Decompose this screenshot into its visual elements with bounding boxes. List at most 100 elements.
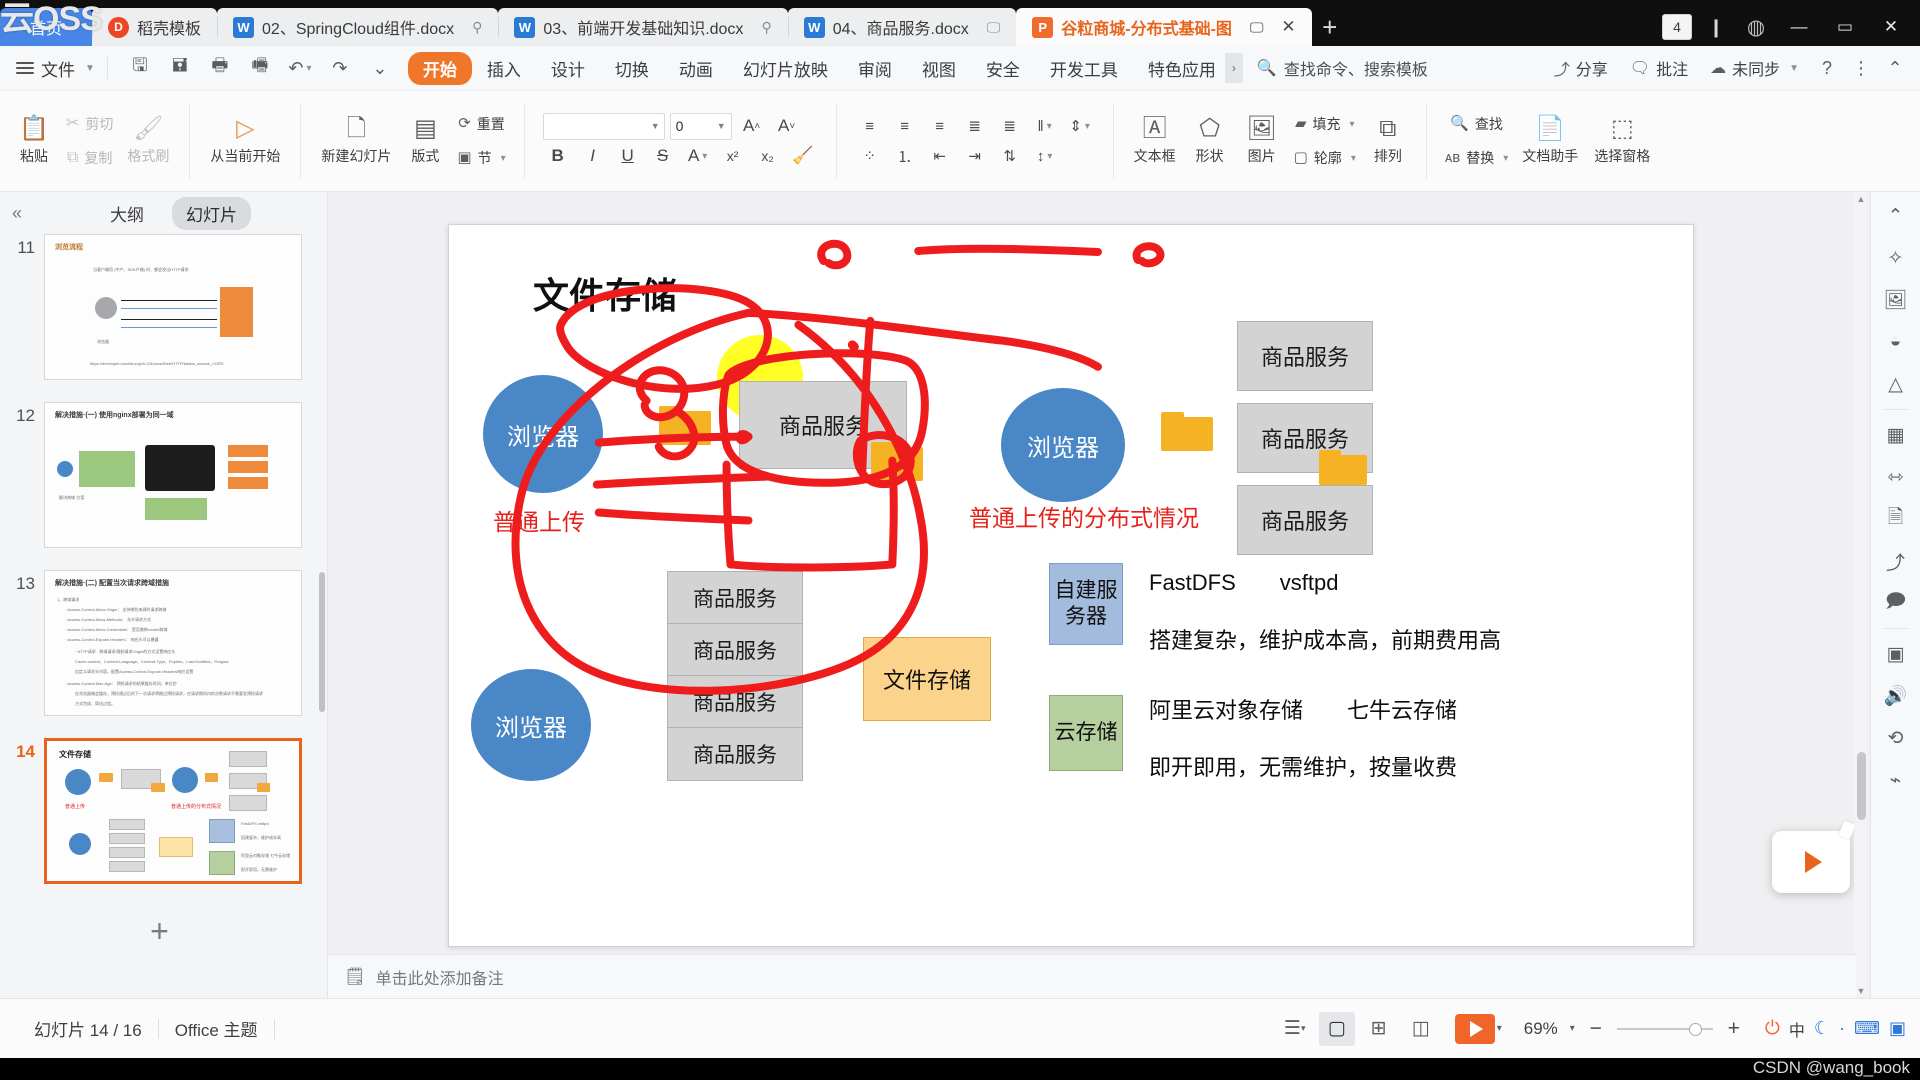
layers-icon[interactable]: ▣: [1876, 634, 1916, 674]
indent-decrease-icon[interactable]: ⇤: [925, 142, 955, 170]
redo-icon[interactable]: ↷: [320, 51, 360, 85]
bullets-icon[interactable]: ⁘: [855, 142, 885, 170]
chevron-down-icon[interactable]: ▾: [1570, 1023, 1575, 1034]
share-out-icon[interactable]: ⤴: [1876, 541, 1916, 581]
pin-icon[interactable]: ⌁: [1876, 760, 1916, 800]
keyboard-icon[interactable]: ⌨: [1854, 1018, 1880, 1039]
smart-align-icon[interactable]: ⇿: [1876, 457, 1916, 497]
ribbon-tab-insert[interactable]: 插入: [472, 52, 536, 85]
tab-product-service-docx[interactable]: W 04、商品服务.docx 🖵: [787, 8, 1017, 46]
floating-video-widget[interactable]: [1772, 820, 1856, 893]
node-self-built-server[interactable]: 自建服 务器: [1049, 563, 1123, 645]
note-cloud-vendors[interactable]: 阿里云对象存储 七牛云存储: [1149, 693, 1457, 725]
slide-vertical-scrollbar[interactable]: ▲ ▼: [1854, 192, 1868, 998]
new-slide-button[interactable]: 🗋 新建幻灯片: [313, 114, 399, 168]
italic-button[interactable]: I: [578, 142, 608, 170]
tab-docer-template[interactable]: D 稻壳模板: [92, 8, 218, 46]
textbox-button[interactable]: 🄰 文本框: [1126, 114, 1184, 168]
tab-count-badge[interactable]: 4: [1662, 14, 1692, 40]
tab-gulimall-pptx[interactable]: P 谷粒商城-分布式基础-图 🖵 ✕: [1016, 8, 1312, 46]
thumbnail-preview[interactable]: 浏览流程 当客户端用 (中产、SDK户端) 时、都会发出HTTP请求 浏览器 h…: [44, 234, 302, 380]
align-center-icon[interactable]: ≡: [890, 112, 920, 140]
fill-button[interactable]: ▰ 填充 ▾: [1288, 108, 1362, 140]
node-browser-1[interactable]: 浏览器: [483, 375, 603, 493]
ribbon-tab-review[interactable]: 审阅: [843, 52, 907, 85]
slide-editing-area[interactable]: 文件存储 浏览器 商品服务 普通上传 浏览器 商品服务 商品服务 商品服务 普通…: [328, 192, 1920, 998]
share-button[interactable]: ⤴ 分享: [1545, 52, 1617, 84]
outline-button[interactable]: ▢ 轮廓 ▾: [1288, 142, 1362, 174]
scroll-up-icon[interactable]: ▲: [1854, 194, 1868, 204]
tab-outline[interactable]: 大纲: [96, 197, 158, 230]
collapse-rail-icon[interactable]: ⌃: [1876, 196, 1916, 236]
power-icon[interactable]: ⏻: [1765, 1018, 1780, 1040]
play-icon[interactable]: [1804, 851, 1822, 873]
from-current-slide-button[interactable]: ▷ 从当前开始: [202, 114, 288, 168]
tab-frontend-docx[interactable]: W 03、前端开发基础知识.docx ⚲: [498, 8, 788, 46]
collapse-ribbon-icon[interactable]: ⌃: [1880, 53, 1910, 83]
thumbnail-preview[interactable]: 文件存储 普通上传 普通上传的分布式情况 FastDFS vsftpd 搭建复杂…: [44, 738, 302, 884]
reset-button[interactable]: ⟳ 重置: [451, 108, 511, 140]
note-fastdfs[interactable]: FastDFS vsftpd: [1149, 565, 1338, 597]
customize-quick-access-icon[interactable]: ⌄: [360, 51, 400, 85]
scroll-thumb[interactable]: [1857, 752, 1866, 820]
caption-normal-upload[interactable]: 普通上传: [493, 503, 585, 537]
line-spacing-icon[interactable]: ⇕ ▾: [1065, 112, 1095, 140]
font-family-input[interactable]: ▼: [542, 112, 665, 140]
comment-button[interactable]: 🗨 批注: [1621, 52, 1697, 84]
add-slide-button[interactable]: +: [0, 906, 319, 956]
more-icon[interactable]: ⋮: [1846, 53, 1876, 83]
globe-icon[interactable]: ◍: [1736, 8, 1776, 46]
document-icon[interactable]: 🗎: [1876, 499, 1916, 539]
font-size-input[interactable]: 0 ▼: [669, 112, 732, 140]
caption-distributed-upload[interactable]: 普通上传的分布式情况: [969, 499, 1199, 533]
node-browser-2[interactable]: 浏览器: [1001, 388, 1125, 502]
close-button[interactable]: ✕: [1868, 8, 1914, 46]
ribbon-tab-featured-apps[interactable]: 特色应用: [1133, 52, 1231, 85]
history-icon[interactable]: ⟲: [1876, 718, 1916, 758]
align-right-icon[interactable]: ≡: [925, 112, 955, 140]
node-product-service-3b[interactable]: 商品服务: [667, 623, 803, 677]
thumbnail-item-14[interactable]: 14 文件存储 普通上传 普通上传的分布式情况 FastDFS vsftpd 搭…: [0, 738, 319, 884]
scroll-down-icon[interactable]: ▼: [1854, 986, 1868, 996]
zoom-out-button[interactable]: −: [1581, 1017, 1611, 1041]
zoom-in-button[interactable]: +: [1719, 1017, 1749, 1041]
tab-slides[interactable]: 幻灯片: [172, 196, 252, 230]
node-product-service-2c[interactable]: 商品服务: [1237, 485, 1373, 555]
file-menu-button[interactable]: 文件 ▼: [16, 56, 95, 81]
shapes-icon[interactable]: △: [1876, 364, 1916, 404]
search-commands[interactable]: 🔍 查找命令、搜索模板: [1257, 56, 1428, 80]
ribbon-tab-view[interactable]: 视图: [907, 52, 971, 85]
help-icon[interactable]: ?: [1812, 53, 1842, 83]
reading-view-icon[interactable]: ◫: [1403, 1012, 1439, 1046]
format-painter-button[interactable]: 🖌 格式刷: [119, 114, 177, 168]
node-product-service-3d[interactable]: 商品服务: [667, 727, 803, 781]
tab-pin-icon[interactable]: ⚲: [761, 19, 771, 36]
text-direction-icon[interactable]: ⇅: [995, 142, 1025, 170]
node-product-service-3c[interactable]: 商品服务: [667, 675, 803, 729]
save-as-icon[interactable]: 🖬: [160, 51, 200, 85]
shape-button[interactable]: ⬠ 形状: [1184, 114, 1236, 168]
slide-title[interactable]: 文件存储: [533, 267, 677, 319]
zoom-knob[interactable]: [1688, 1022, 1702, 1036]
doc-assistant-button[interactable]: 📄 文档助手: [1514, 114, 1586, 168]
find-button[interactable]: 🔍 查找: [1439, 108, 1514, 140]
notes-view-icon[interactable]: ☰ ▾: [1277, 1012, 1313, 1046]
minimize-button[interactable]: —: [1776, 8, 1822, 46]
paste-button[interactable]: 📋 粘贴: [8, 114, 60, 168]
start-slideshow-button[interactable]: ▾: [1454, 1013, 1502, 1044]
play-button[interactable]: [1454, 1013, 1495, 1044]
thumbnail-list[interactable]: 11 浏览流程 当客户端用 (中产、SDK户端) 时、都会发出HTTP请求 浏览…: [0, 234, 319, 998]
normal-view-icon[interactable]: ▢: [1318, 1011, 1355, 1046]
comment-box-icon[interactable]: 🗩: [1876, 583, 1916, 623]
box-icon[interactable]: ▣: [1889, 1018, 1906, 1039]
increase-font-size-button[interactable]: A ˄: [737, 112, 767, 140]
selection-pane-button[interactable]: ⬚ 选择窗格: [1586, 114, 1658, 168]
node-browser-3[interactable]: 浏览器: [471, 669, 591, 781]
slide-canvas[interactable]: 文件存储 浏览器 商品服务 普通上传 浏览器 商品服务 商品服务 商品服务 普通…: [448, 224, 1694, 947]
thumbnail-preview[interactable]: 解决措施·(二) 配置当次请求跨域措施 1、跨域请求 · Access-Cont…: [44, 570, 302, 716]
thumbnail-scrollbar[interactable]: [319, 572, 325, 712]
tab-monitor-icon[interactable]: 🖵: [987, 19, 1001, 36]
picture-frame-icon[interactable]: 🖼: [1876, 280, 1916, 320]
sync-status-button[interactable]: ☁ 未同步 ▼: [1701, 52, 1808, 84]
zoom-slider[interactable]: [1616, 1020, 1713, 1038]
